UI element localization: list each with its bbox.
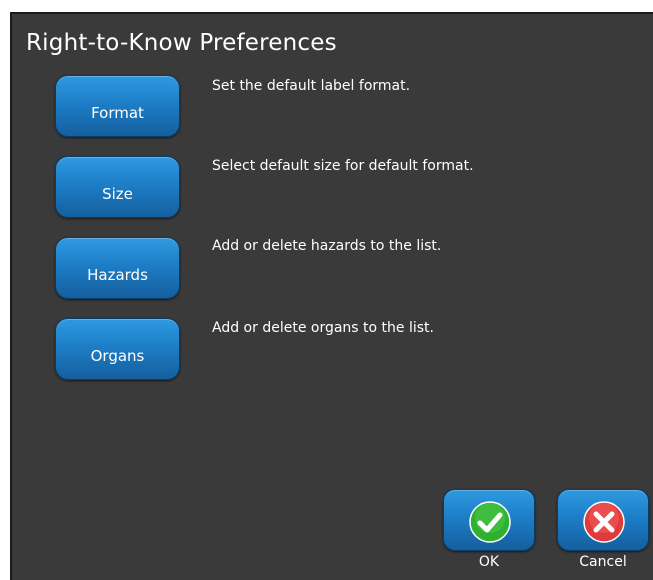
size-button[interactable]: Size [55,156,180,218]
ok-label: OK [478,554,500,570]
organs-description: Add or delete organs to the list. [212,320,434,336]
hazards-button[interactable]: Hazards [55,237,180,299]
dialog-title: Right-to-Know Preferences [26,30,337,56]
format-button[interactable]: Format [55,75,180,137]
hazards-description: Add or delete hazards to the list. [212,238,442,254]
ok-button[interactable] [443,489,535,551]
x-circle-icon [583,501,625,543]
organs-button[interactable]: Organs [55,318,180,380]
cancel-label: Cancel [579,554,627,570]
format-description: Set the default label format. [212,78,411,94]
preferences-dialog: Right-to-Know Preferences Format Set the… [10,12,653,580]
check-circle-icon [469,501,511,543]
size-description: Select default size for default format. [212,158,474,174]
cancel-button[interactable] [557,489,649,551]
